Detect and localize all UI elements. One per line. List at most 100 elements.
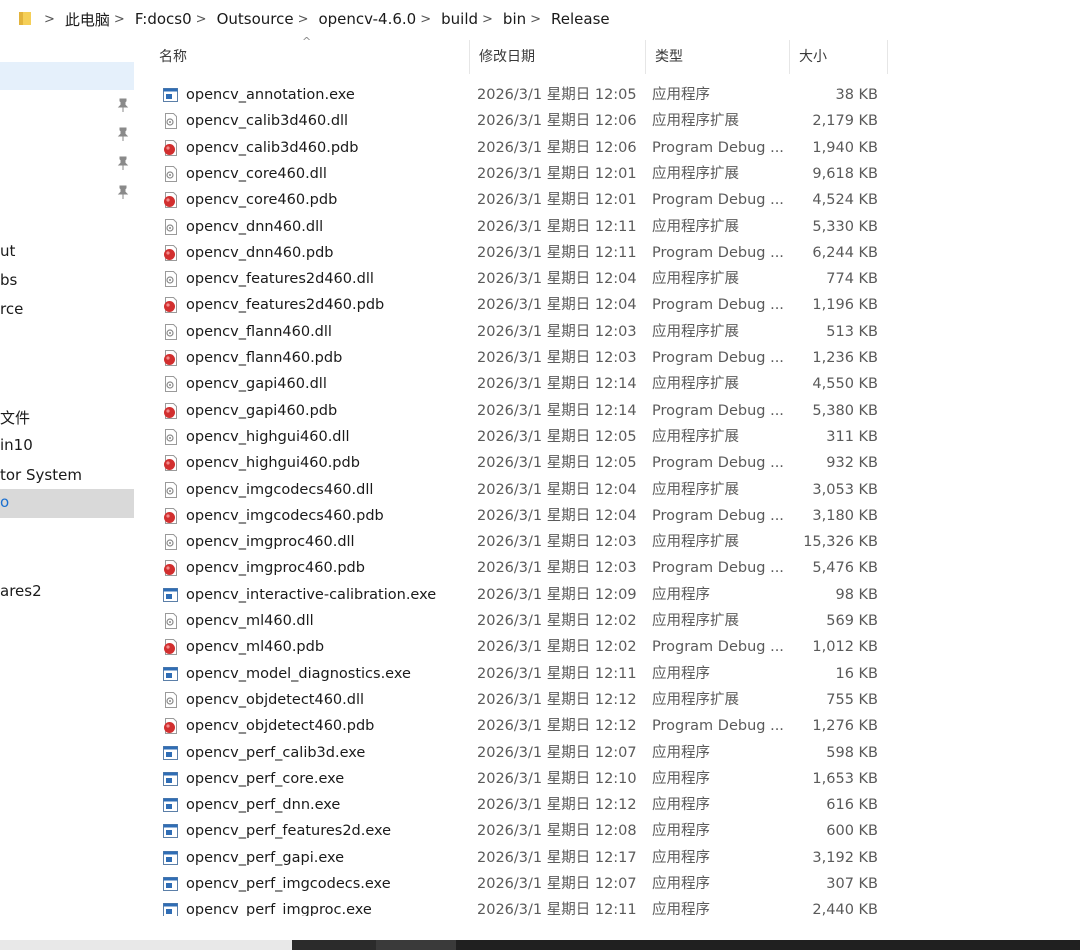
file-type: 应用程序扩展	[652, 428, 739, 445]
file-row[interactable]: opencv_imgproc460.pdb 2026/3/1 星期日 12:03 P…	[150, 555, 890, 581]
file-type: 应用程序扩展	[652, 481, 739, 498]
file-date: 2026/3/1 星期日 12:11	[477, 244, 637, 261]
nav-selected-item[interactable]	[0, 62, 134, 90]
breadcrumb-item[interactable]: Outsource	[217, 10, 294, 28]
file-row[interactable]: opencv_annotation.exe 2026/3/1 星期日 12:05 应…	[150, 82, 890, 108]
column-header-name[interactable]: 名称	[150, 40, 470, 74]
nav-item[interactable]: in10	[0, 436, 33, 454]
file-name: opencv_ml460.pdb	[186, 639, 325, 656]
file-row[interactable]: opencv_perf_gapi.exe 2026/3/1 星期日 12:17 应用…	[150, 845, 890, 871]
file-size: 3,180 KB	[812, 507, 878, 524]
breadcrumb-item[interactable]: Release	[551, 10, 610, 28]
file-name: opencv_objdetect460.dll	[186, 691, 365, 708]
chevron-right-icon[interactable]: >	[530, 12, 541, 27]
chevron-right-icon[interactable]: >	[420, 12, 431, 27]
file-size: 16 KB	[835, 665, 878, 682]
pdb-icon	[162, 349, 179, 367]
pin-icon[interactable]	[117, 185, 129, 199]
file-row[interactable]: opencv_interactive-calibration.exe 2026/3…	[150, 582, 890, 608]
file-row[interactable]: opencv_perf_imgcodecs.exe 2026/3/1 星期日 12…	[150, 871, 890, 897]
chevron-right-icon[interactable]: >	[482, 12, 493, 27]
nav-item[interactable]: ares2	[0, 582, 42, 600]
file-row[interactable]: opencv_calib3d460.dll 2026/3/1 星期日 12:06 应…	[150, 108, 890, 134]
chevron-right-icon[interactable]: >	[196, 12, 207, 27]
file-row[interactable]: opencv_gapi460.dll 2026/3/1 星期日 12:14 应用程序…	[150, 371, 890, 397]
file-date: 2026/3/1 星期日 12:12	[477, 691, 637, 708]
file-row[interactable]: opencv_perf_calib3d.exe 2026/3/1 星期日 12:0…	[150, 740, 890, 766]
file-date: 2026/3/1 星期日 12:12	[477, 797, 637, 814]
file-type: 应用程序	[652, 849, 710, 866]
file-size: 6,244 KB	[812, 244, 878, 261]
file-date: 2026/3/1 星期日 12:11	[477, 218, 637, 235]
file-row[interactable]: opencv_calib3d460.pdb 2026/3/1 星期日 12:06 P…	[150, 135, 890, 161]
file-row[interactable]: opencv_dnn460.pdb 2026/3/1 星期日 12:11 Progr…	[150, 240, 890, 266]
file-date: 2026/3/1 星期日 12:14	[477, 376, 637, 393]
nav-item[interactable]: 文件	[0, 407, 30, 428]
file-row[interactable]: opencv_perf_features2d.exe 2026/3/1 星期日 1…	[150, 818, 890, 844]
file-size: 2,179 KB	[812, 113, 878, 130]
breadcrumb: > 此电脑 > F:docs0 > Outsource > opencv-4.6.0 > buil…	[40, 0, 610, 38]
pin-icon[interactable]	[117, 156, 129, 170]
file-row[interactable]: opencv_perf_dnn.exe 2026/3/1 星期日 12:12 应用程…	[150, 792, 890, 818]
file-size: 1,940 KB	[812, 139, 878, 156]
breadcrumb-item[interactable]: 此电脑	[65, 9, 110, 30]
pin-icon[interactable]	[117, 98, 129, 112]
file-row[interactable]: opencv_imgcodecs460.pdb 2026/3/1 星期日 12:0…	[150, 503, 890, 529]
chevron-right-icon[interactable]: >	[114, 12, 125, 27]
nav-item[interactable]: o	[0, 493, 9, 511]
file-type: 应用程序扩展	[652, 323, 739, 340]
exe-icon	[162, 665, 179, 683]
column-header-size[interactable]: 大小	[790, 40, 888, 74]
file-name: opencv_perf_features2d.exe	[186, 823, 392, 840]
file-row[interactable]: opencv_core460.dll 2026/3/1 星期日 12:01 应用程序…	[150, 161, 890, 187]
file-row[interactable]: opencv_objdetect460.pdb 2026/3/1 星期日 12:1…	[150, 713, 890, 739]
chevron-right-icon[interactable]: >	[298, 12, 309, 27]
dll-icon	[162, 323, 179, 341]
file-row[interactable]: opencv_flann460.dll 2026/3/1 星期日 12:03 应用程…	[150, 319, 890, 345]
column-header-type[interactable]: 类型	[646, 40, 790, 74]
nav-item[interactable]: rce	[0, 300, 23, 318]
file-row[interactable]: opencv_model_diagnostics.exe 2026/3/1 星期日…	[150, 661, 890, 687]
nav-item[interactable]: tor System	[0, 466, 82, 484]
file-size: 5,330 KB	[812, 218, 878, 235]
file-type: 应用程序	[652, 823, 710, 840]
file-row[interactable]: opencv_imgcodecs460.dll 2026/3/1 星期日 12:0…	[150, 477, 890, 503]
breadcrumb-item[interactable]: F:docs0	[135, 10, 192, 28]
file-type: 应用程序扩展	[652, 271, 739, 288]
file-row[interactable]: opencv_features2d460.dll 2026/3/1 星期日 12:…	[150, 266, 890, 292]
file-row[interactable]: opencv_highgui460.dll 2026/3/1 星期日 12:05 应…	[150, 424, 890, 450]
breadcrumb-item[interactable]: opencv-4.6.0	[318, 10, 416, 28]
file-name: opencv_objdetect460.pdb	[186, 718, 375, 735]
file-type: 应用程序	[652, 744, 710, 761]
file-row[interactable]: opencv_perf_imgproc.exe 2026/3/1 星期日 12:1…	[150, 897, 890, 916]
file-row[interactable]: opencv_dnn460.dll 2026/3/1 星期日 12:11 应用程序扩…	[150, 214, 890, 240]
pin-icon[interactable]	[117, 127, 129, 141]
column-header-date[interactable]: 修改日期	[470, 40, 646, 74]
file-row[interactable]: opencv_ml460.dll 2026/3/1 星期日 12:02 应用程序扩展…	[150, 608, 890, 634]
chevron-right-icon[interactable]: >	[44, 12, 55, 27]
file-row[interactable]: opencv_core460.pdb 2026/3/1 星期日 12:01 Prog…	[150, 187, 890, 213]
file-size: 1,012 KB	[812, 639, 878, 656]
folder-icon	[19, 12, 31, 25]
file-name: opencv_dnn460.pdb	[186, 244, 334, 261]
file-date: 2026/3/1 星期日 12:06	[477, 139, 637, 156]
address-bar[interactable]: > 此电脑 > F:docs0 > Outsource > opencv-4.6.0 > buil…	[0, 0, 1080, 38]
file-row[interactable]: opencv_gapi460.pdb 2026/3/1 星期日 12:14 Prog…	[150, 398, 890, 424]
dll-icon	[162, 375, 179, 393]
breadcrumb-item[interactable]: build	[441, 10, 478, 28]
file-row[interactable]: opencv_features2d460.pdb 2026/3/1 星期日 12:…	[150, 292, 890, 318]
file-row[interactable]: opencv_perf_core.exe 2026/3/1 星期日 12:10 应用…	[150, 766, 890, 792]
file-row[interactable]: opencv_highgui460.pdb 2026/3/1 星期日 12:05 P…	[150, 450, 890, 476]
file-date: 2026/3/1 星期日 12:05	[477, 87, 637, 103]
nav-item[interactable]: bs	[0, 271, 17, 289]
file-row[interactable]: opencv_ml460.pdb 2026/3/1 星期日 12:02 Progra…	[150, 634, 890, 660]
nav-selected-item[interactable]	[0, 489, 134, 518]
file-date: 2026/3/1 星期日 12:02	[477, 613, 637, 629]
file-name: opencv_dnn460.dll	[186, 218, 324, 235]
file-row[interactable]: opencv_objdetect460.dll 2026/3/1 星期日 12:1…	[150, 687, 890, 713]
file-date: 2026/3/1 星期日 12:09	[477, 586, 637, 603]
file-row[interactable]: opencv_flann460.pdb 2026/3/1 星期日 12:03 Pro…	[150, 345, 890, 371]
file-row[interactable]: opencv_imgproc460.dll 2026/3/1 星期日 12:03 应…	[150, 529, 890, 555]
nav-item[interactable]: ut	[0, 242, 15, 260]
breadcrumb-item[interactable]: bin	[503, 10, 526, 28]
